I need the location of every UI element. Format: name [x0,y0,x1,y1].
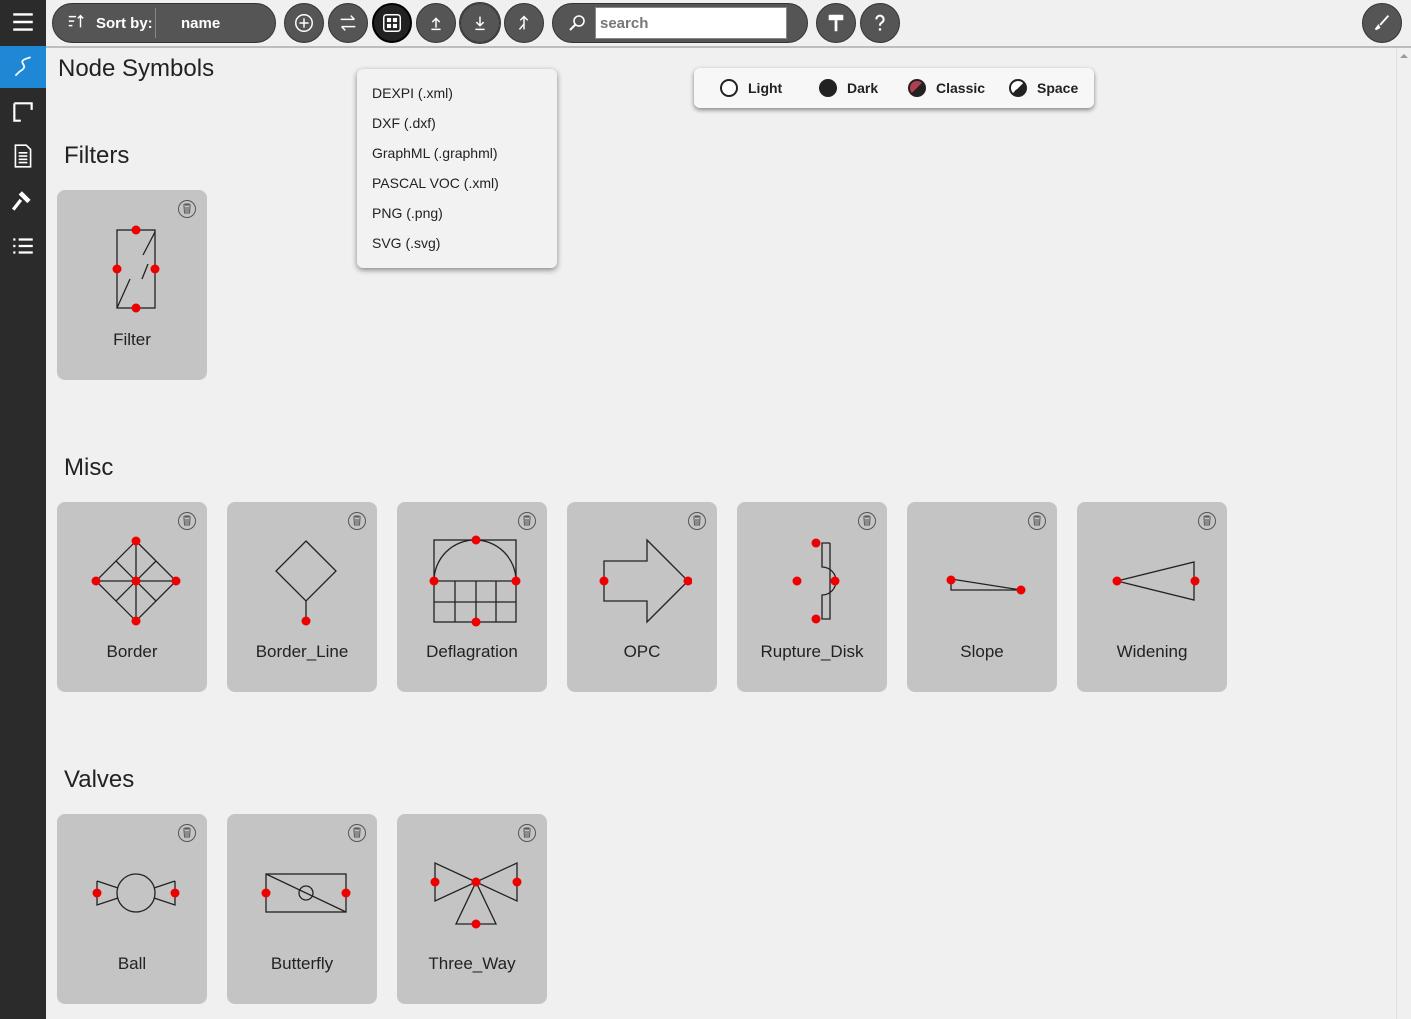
symbol-card-label: Three_Way [428,954,516,973]
symbol-card-label: Deflagration [426,642,518,661]
theme-option-light[interactable]: Light [720,78,782,98]
add-button[interactable] [284,3,324,43]
swap-icon [340,15,356,31]
theme-option-space[interactable]: Space [1009,78,1078,98]
merge-icon [518,15,529,30]
symbol-card-ball[interactable]: Ball [57,814,207,1004]
light-theme-icon [720,79,738,97]
line-icon [14,56,31,77]
sort-control[interactable]: Sort by: name [52,3,276,43]
rupture-disk-symbol [792,538,840,624]
space-theme-icon [1009,79,1027,97]
format-button[interactable] [816,3,856,43]
symbol-card-opc[interactable]: OPC [567,502,717,692]
symbol-card-butterfly[interactable]: Butterfly [227,814,377,1004]
theme-label: Light [748,80,783,96]
three-way-valve-symbol [430,861,522,929]
sort-icon [68,14,84,28]
merge-button[interactable] [504,3,544,43]
search-icon [569,15,585,31]
menu-item-pascal-voc[interactable]: PASCAL VOC (.xml) [372,175,499,191]
sort-divider [155,8,156,38]
symbol-card-border-line[interactable]: Border_Line [227,502,377,692]
slope-symbol [946,575,1026,595]
menu-item-svg[interactable]: SVG (.svg) [372,235,440,251]
sidebar-item-line[interactable] [0,46,46,88]
paint-roller-icon [828,14,844,32]
symbol-card-label: Widening [1116,642,1188,661]
symbol-card-border[interactable]: Border [57,502,207,692]
symbol-card-filter[interactable]: Filter [57,190,207,380]
menu-icon [13,13,33,31]
theme-label: Space [1037,80,1079,96]
theme-button[interactable] [1362,3,1402,43]
export-menu: DEXPI (.xml) DXF (.dxf) GraphML (.graphm… [357,69,557,268]
symbol-card-label: Ball [117,954,147,973]
section-title-misc: Misc [64,454,114,481]
symbol-card-label: Border [106,642,158,661]
grid-icon [383,14,401,32]
scroll-up-icon[interactable] [1400,52,1408,60]
theme-option-dark[interactable]: Dark [819,78,878,98]
sidebar-item-list[interactable] [0,226,46,266]
dark-theme-icon [819,79,837,97]
symbol-card-slope[interactable]: Slope [907,502,1057,692]
document-icon [14,144,32,168]
menu-item-png[interactable]: PNG (.png) [372,205,443,221]
grid-view-button[interactable] [372,3,412,43]
add-icon [295,14,313,32]
theme-option-classic[interactable]: Classic [908,78,985,98]
menu-item-dexpi[interactable]: DEXPI (.xml) [372,85,453,101]
search-bar [552,3,808,43]
upload-icon [431,17,441,31]
sidebar-item-document[interactable] [0,136,46,176]
swap-button[interactable] [328,3,368,43]
symbol-card-label: Rupture_Disk [760,642,864,661]
scrollbar[interactable] [1396,48,1411,1019]
deflagration-symbol [429,535,521,627]
theme-label: Classic [936,80,986,96]
symbol-card-label: OPC [623,642,661,661]
theme-picker: Light Dark Classic Space [694,68,1094,108]
upload-button[interactable] [416,3,456,43]
theme-label: Dark [847,80,879,96]
help-button[interactable] [860,3,900,43]
symbol-card-three-way[interactable]: Three_Way [397,814,547,1004]
help-icon [875,14,885,31]
menu-item-graphml[interactable]: GraphML (.graphml) [372,145,498,161]
symbol-card-label: Border_Line [255,642,349,661]
symbol-card-label: Butterfly [270,954,334,973]
butterfly-valve-symbol [261,873,351,913]
symbol-card-rupture-disk[interactable]: Rupture_Disk [737,502,887,692]
section-title-valves: Valves [64,766,135,793]
ball-valve-symbol [92,873,180,913]
sort-value[interactable]: name [181,15,220,32]
widening-symbol [1112,561,1200,601]
toolbar: Sort by: name [46,0,1411,48]
brush-icon [1374,15,1390,31]
border-symbol [91,536,181,626]
sidebar-item-flowchart[interactable] [0,92,46,132]
menu-button[interactable] [0,2,46,42]
symbol-card-label: Filter [113,330,151,349]
symbol-card-deflagration[interactable]: Deflagration [397,502,547,692]
download-icon [475,16,485,31]
classic-theme-icon [908,79,926,97]
sidebar [0,0,46,1019]
sort-label: Sort by: [96,15,153,32]
menu-item-dxf[interactable]: DXF (.dxf) [372,115,436,131]
section-title-filters: Filters [64,142,130,169]
opc-symbol [599,538,692,624]
symbol-card-widening[interactable]: Widening [1077,502,1227,692]
flowchart-icon [13,102,33,122]
symbol-card-label: Slope [960,642,1004,661]
filter-symbol [112,225,160,313]
hammer-icon [11,191,31,211]
page-title: Node Symbols [58,55,215,82]
download-button[interactable] [459,2,501,44]
search-input[interactable] [595,7,787,39]
list-icon [13,238,33,254]
sidebar-item-tools[interactable] [0,181,46,221]
border-line-symbol [275,540,337,626]
